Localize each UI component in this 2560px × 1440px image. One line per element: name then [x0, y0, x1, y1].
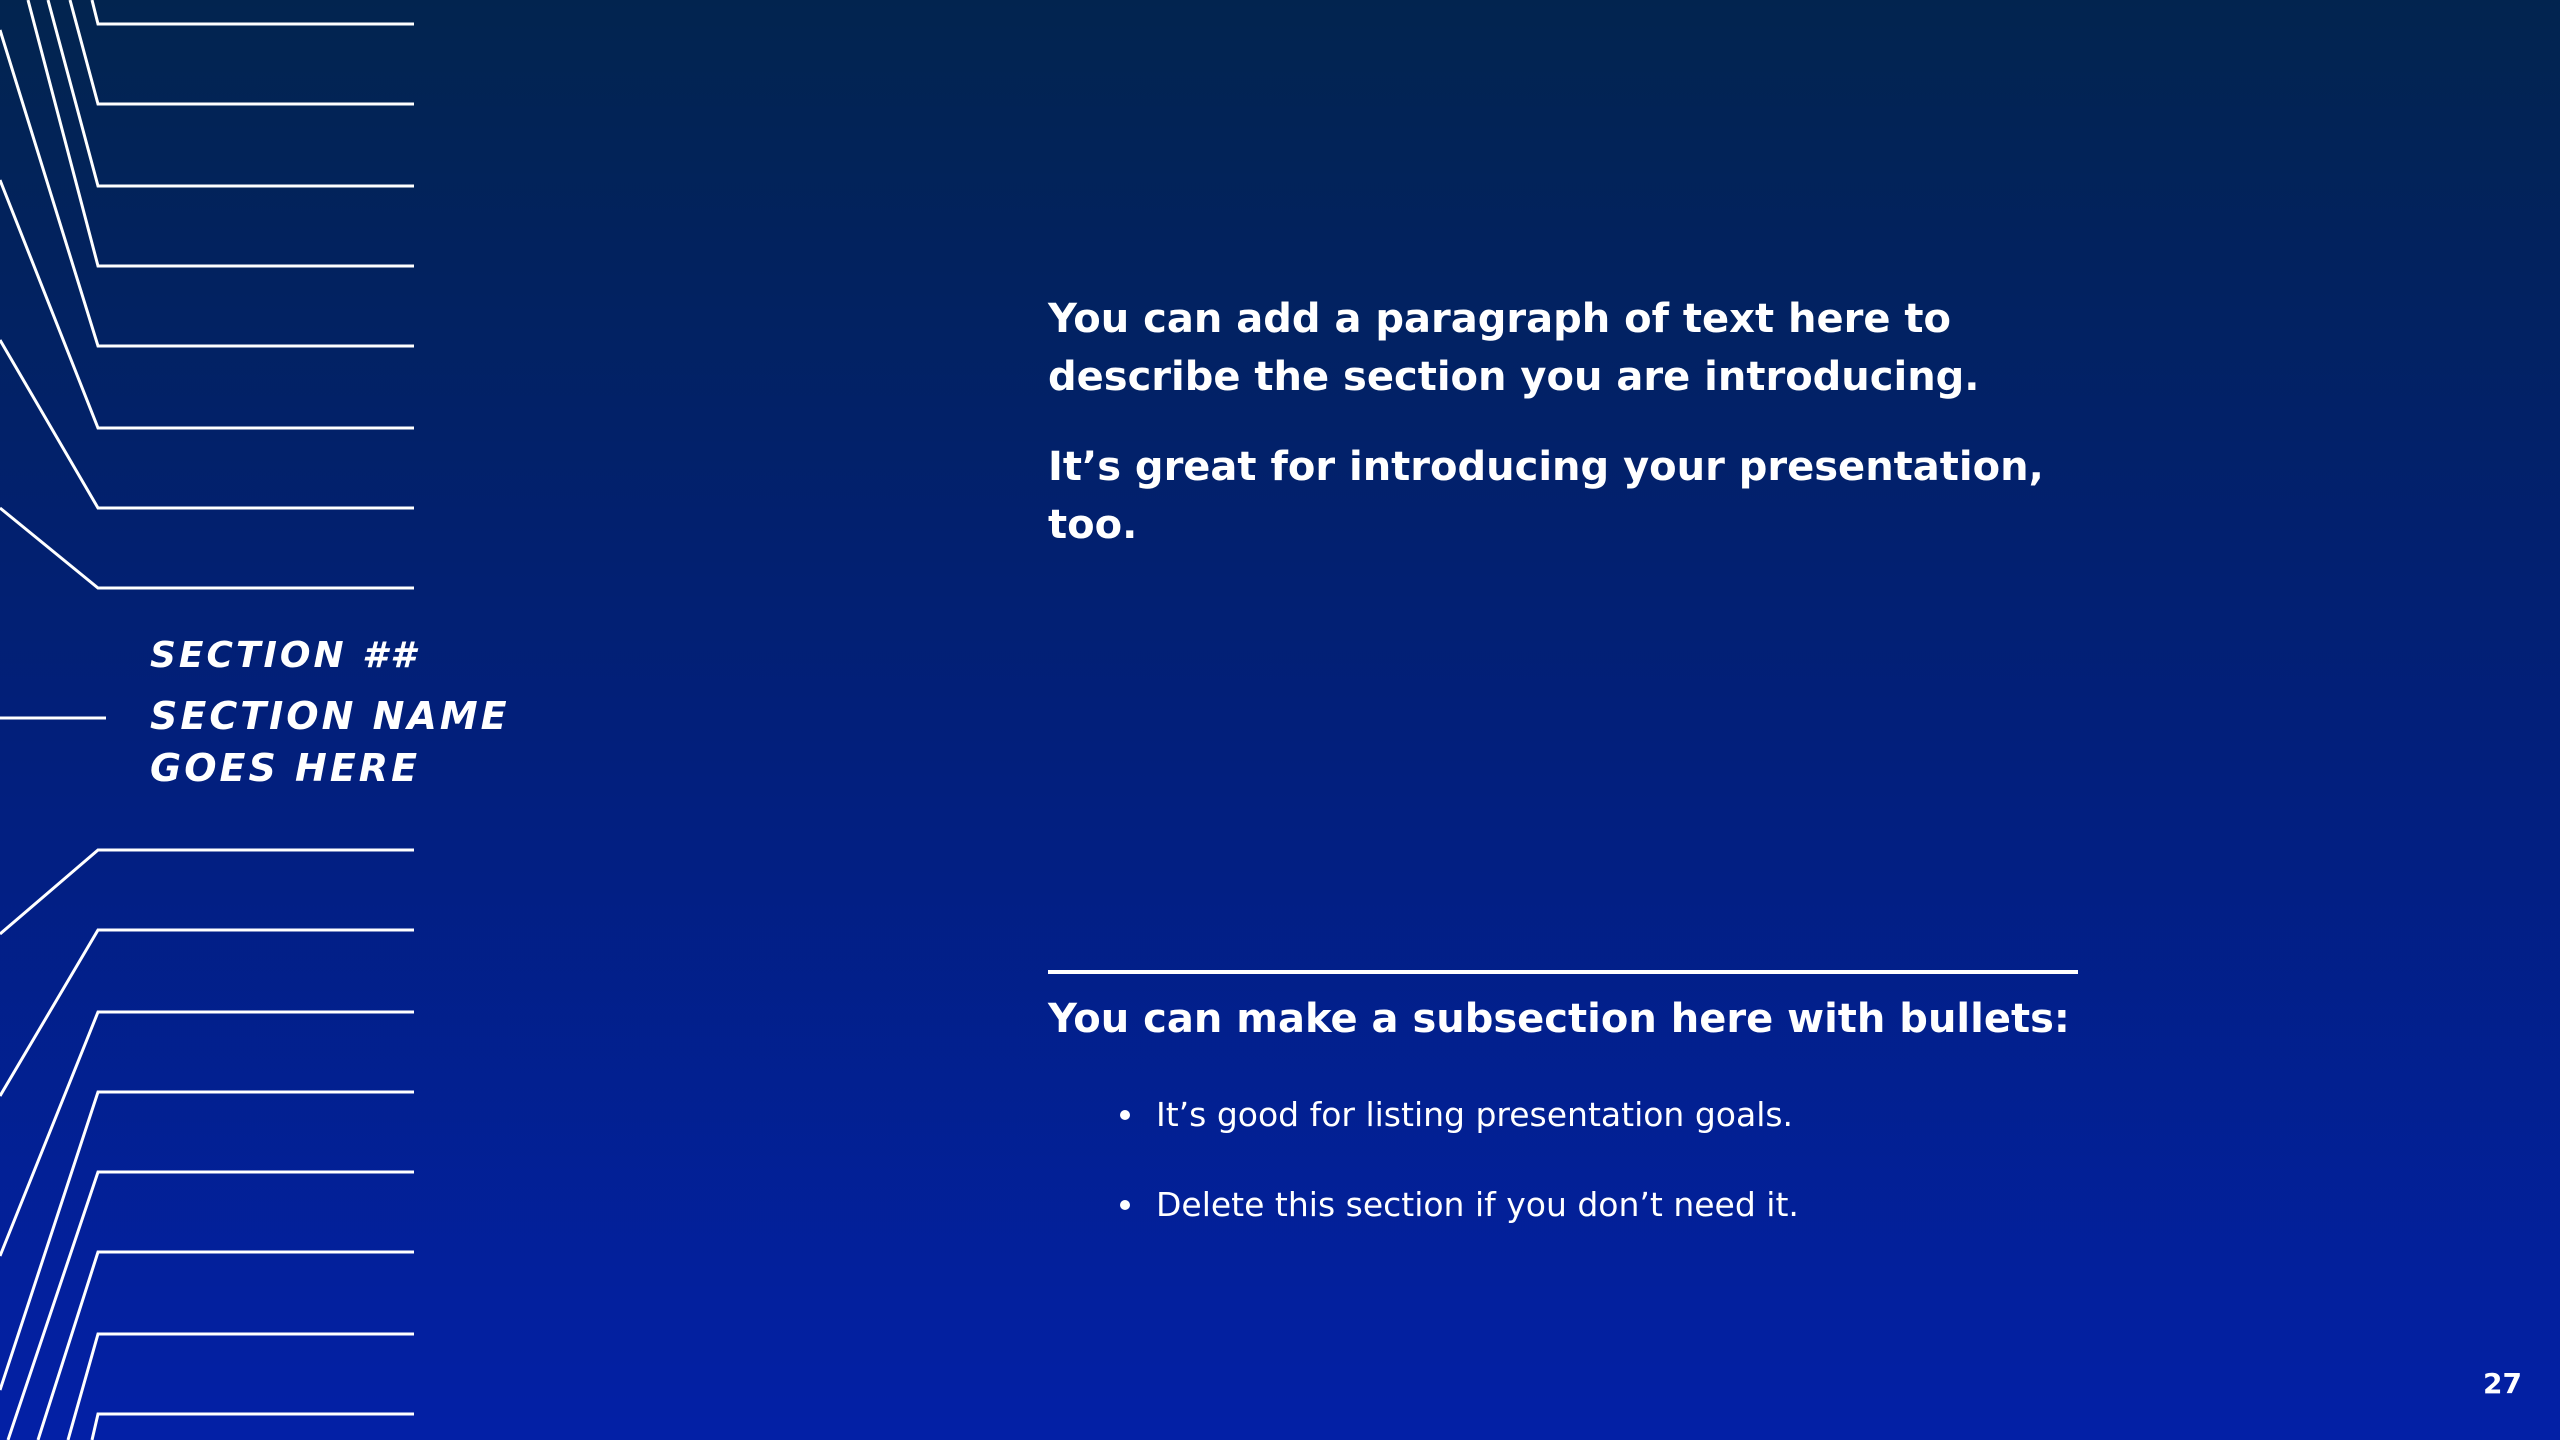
deco-line [0, 339, 414, 510]
deco-line [0, 506, 414, 590]
deco-line [46, 0, 414, 188]
slide: SECTION ## SECTION NAME GOES HERE You ca… [0, 0, 2560, 1440]
list-item: Delete this section if you don’t need it… [1110, 1180, 1799, 1270]
bullet-icon [1120, 1200, 1130, 1210]
bullet-text: Delete this section if you don’t need it… [1156, 1185, 1799, 1224]
bullet-icon [1120, 1110, 1130, 1120]
deco-line [0, 29, 414, 348]
intro-paragraph: It’s great for introducing your presenta… [1048, 444, 2044, 548]
deco-line [26, 0, 414, 268]
intro-text-block: You can add a paragraph of text here to … [1048, 290, 2108, 586]
deco-line [0, 1010, 414, 1257]
deco-line [90, 0, 414, 26]
deco-line [68, 0, 414, 106]
bullet-text: It’s good for listing presentation goals… [1156, 1095, 1794, 1134]
section-title: SECTION NAME GOES HERE [150, 694, 510, 790]
bullet-list: It’s good for listing presentation goals… [1110, 1090, 1799, 1270]
deco-line [66, 1332, 414, 1440]
section-number: SECTION ## [150, 635, 419, 676]
deco-line [6, 1170, 414, 1440]
deco-line [90, 1412, 414, 1440]
deco-line [0, 848, 414, 936]
subsection-divider [1048, 970, 2078, 974]
list-item: It’s good for listing presentation goals… [1110, 1090, 1799, 1180]
deco-line [0, 179, 414, 430]
intro-paragraph: You can add a paragraph of text here to … [1048, 296, 1980, 400]
deco-line [0, 1090, 414, 1391]
subsection-heading: You can make a subsection here with bull… [1048, 996, 2070, 1042]
page-number: 27 [2483, 1367, 2522, 1400]
